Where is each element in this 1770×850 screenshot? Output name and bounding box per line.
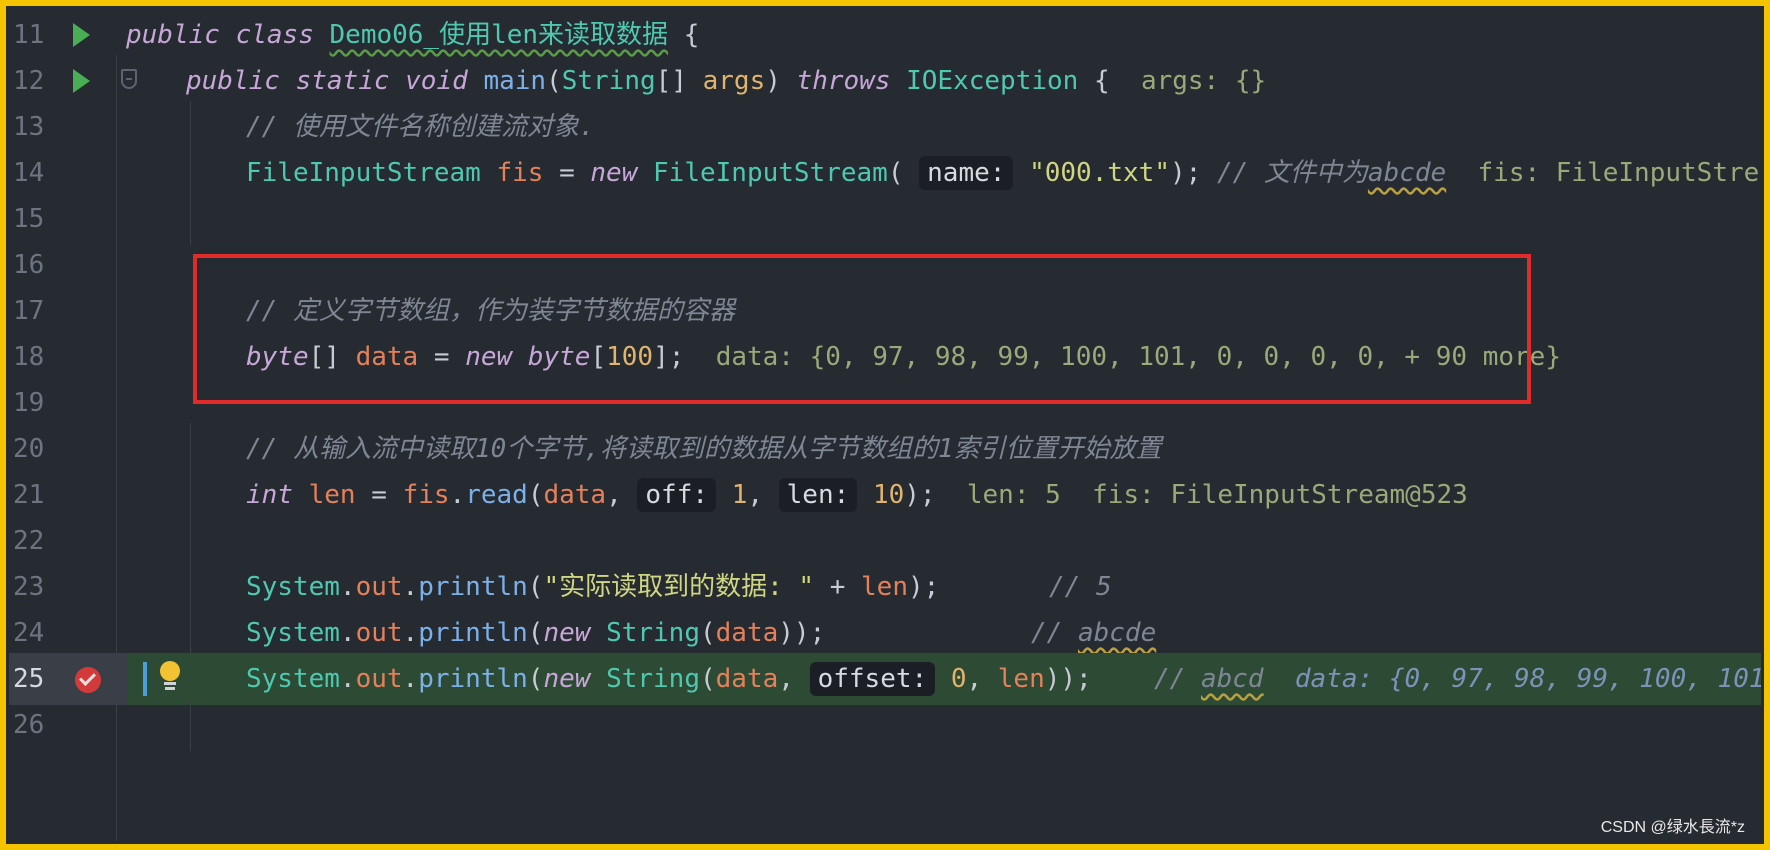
gutter: 18 — [9, 331, 127, 383]
indent-guide — [116, 377, 117, 429]
lightbulb-icon[interactable] — [159, 661, 181, 693]
code-line-14[interactable]: 14 FileInputStream fis = new FileInputSt… — [9, 147, 1761, 199]
indent-guide — [116, 285, 117, 337]
indent-guide — [190, 423, 191, 475]
code-line-15[interactable]: 15 — [9, 193, 1761, 245]
code-comment: // 5 — [1049, 572, 1112, 602]
line-number: 22 — [13, 526, 45, 556]
code-text: public class Demo06_使用len来读取数据 { — [126, 20, 700, 50]
code-line-20[interactable]: 20 // 从输入流中读取10个字节,将读取到的数据从字节数组的1索引位置开始放… — [9, 423, 1761, 475]
indent-guide — [116, 423, 117, 475]
code-line-11[interactable]: 11 public class Demo06_使用len来读取数据 { — [9, 9, 1761, 61]
code-editor[interactable]: 11 public class Demo06_使用len来读取数据 { 12 p… — [9, 9, 1761, 841]
line-number: 13 — [13, 112, 45, 142]
gutter: 12 — [9, 55, 137, 107]
indent-guide — [190, 699, 191, 751]
inline-debug-value: data: {0, 97, 98, 99, 100, 101, 0, 0, 0,… — [1294, 664, 1761, 694]
indent-guide — [116, 239, 117, 291]
code-line-23[interactable]: 23 System.out.println("实际读取到的数据: " + len… — [9, 561, 1761, 613]
code-comment: // abcde — [1031, 618, 1157, 648]
line-number: 26 — [13, 710, 45, 740]
gutter: 16 — [9, 239, 127, 291]
line-number: 18 — [13, 342, 45, 372]
run-icon[interactable] — [73, 23, 90, 47]
param-hint: name: — [919, 156, 1014, 190]
inline-debug-value: len: 5 fis: FileInputStream@523 — [966, 480, 1468, 510]
line-number: 14 — [13, 158, 45, 188]
class-name: Demo06_使用len来读取数据 — [329, 20, 669, 50]
gutter: 25 — [9, 653, 127, 705]
line-number: 19 — [13, 388, 45, 418]
gutter: 14 — [9, 147, 127, 199]
indent-guide — [190, 561, 191, 613]
indent-guide — [190, 469, 191, 521]
gutter: 22 — [9, 515, 127, 567]
indent-guide — [190, 193, 191, 245]
fold-icon[interactable] — [121, 69, 137, 89]
param-hint: off: — [637, 478, 717, 512]
indent-guide — [190, 607, 191, 659]
indent-guide — [116, 193, 117, 245]
indent-guide — [116, 469, 117, 521]
code-text: FileInputStream fis = new FileInputStrea… — [246, 147, 1761, 199]
gutter: 20 — [9, 423, 127, 475]
indent-guide — [116, 101, 117, 153]
code-line-26[interactable]: 26 — [9, 699, 1761, 751]
indent-guide — [116, 147, 117, 199]
line-number: 11 — [13, 20, 45, 50]
gutter: 17 — [9, 285, 127, 337]
code-text: // 使用文件名称创建流对象. — [246, 112, 595, 142]
line-number: 23 — [13, 572, 45, 602]
code-line-22[interactable]: 22 — [9, 515, 1761, 567]
gutter: 13 — [9, 101, 127, 153]
inline-debug-value: fis: FileInputStream@523 — [1477, 158, 1761, 188]
code-line-25-current[interactable]: 25 System.out.println(new String(data, o… — [9, 653, 1761, 705]
indent-guide — [190, 147, 191, 199]
code-line-21[interactable]: 21 int len = fis.read(data, off: 1, len:… — [9, 469, 1761, 521]
breakpoint-icon[interactable] — [75, 667, 101, 693]
code-comment: // abcd data: {0, 97, 98, 99, 100, 101, … — [1154, 653, 1761, 705]
code-text: public static void main(String[] args) t… — [186, 66, 1267, 96]
gutter: 15 — [9, 193, 127, 245]
gutter: 11 — [9, 9, 127, 61]
code-text: int len = fis.read(data, off: 1, len: 10… — [246, 478, 1468, 512]
line-number: 15 — [13, 204, 45, 234]
indent-guide — [116, 515, 117, 567]
text-caret — [143, 662, 147, 696]
code-text: System.out.println("实际读取到的数据: " + len); — [246, 572, 940, 602]
code-text: // 从输入流中读取10个字节,将读取到的数据从字节数组的1索引位置开始放置 — [246, 434, 1162, 464]
line-number: 12 — [13, 66, 45, 96]
line-number: 24 — [13, 618, 45, 648]
indent-guide — [116, 745, 117, 841]
line-number: 20 — [13, 434, 45, 464]
gutter: 26 — [9, 699, 127, 751]
indent-guide — [116, 331, 117, 383]
gutter: 23 — [9, 561, 127, 613]
code-text: System.out.println(new String(data, offs… — [246, 662, 1092, 696]
indent-guide — [190, 515, 191, 567]
line-number: 25 — [13, 664, 45, 694]
indent-guide — [116, 561, 117, 613]
param-hint: offset: — [809, 662, 936, 696]
gutter: 19 — [9, 377, 127, 429]
indent-guide — [116, 607, 117, 659]
gutter: 24 — [9, 607, 127, 659]
code-line-13[interactable]: 13 // 使用文件名称创建流对象. — [9, 101, 1761, 153]
line-number: 17 — [13, 296, 45, 326]
code-text: System.out.println(new String(data)); — [246, 618, 826, 648]
code-line-24[interactable]: 24 System.out.println(new String(data));… — [9, 607, 1761, 659]
indent-guide — [190, 101, 191, 153]
line-number: 21 — [13, 480, 45, 510]
gutter: 21 — [9, 469, 127, 521]
code-line-12[interactable]: 12 public static void main(String[] args… — [9, 55, 1761, 107]
line-number: 16 — [13, 250, 45, 280]
inline-debug-value: args: {} — [1140, 66, 1267, 96]
watermark: CSDN @绿水長流*z — [1600, 819, 1745, 836]
indent-guide — [116, 699, 117, 751]
screenshot-frame: 11 public class Demo06_使用len来读取数据 { 12 p… — [0, 0, 1770, 850]
highlight-annotation-box — [193, 254, 1531, 404]
param-hint: len: — [778, 478, 858, 512]
run-icon[interactable] — [73, 69, 90, 93]
indent-guide — [116, 55, 117, 107]
